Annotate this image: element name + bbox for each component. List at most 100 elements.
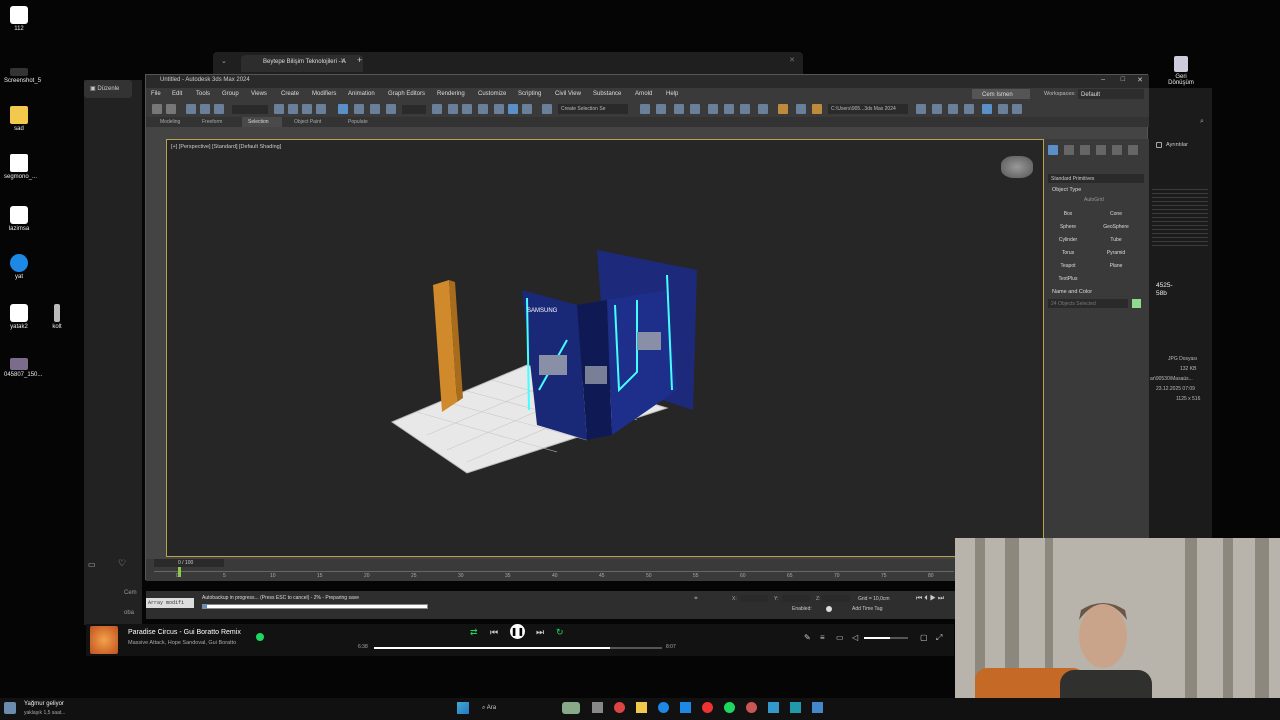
app-icon[interactable] bbox=[746, 702, 757, 713]
create-tab-icon[interactable] bbox=[1048, 145, 1058, 155]
snaps-toggle-icon[interactable] bbox=[478, 104, 488, 114]
miniplayer-icon[interactable]: ▢ bbox=[920, 633, 928, 642]
cylinder-button[interactable]: Cylinder bbox=[1048, 237, 1088, 243]
add-time-tag[interactable]: Add Time Tag bbox=[852, 606, 882, 612]
desktop-icon-yatak2[interactable]: yatak2 bbox=[4, 304, 34, 330]
lyrics-icon[interactable]: ✎ bbox=[804, 633, 811, 642]
time-slider[interactable]: 0 / 100 bbox=[154, 559, 224, 567]
store-icon[interactable] bbox=[680, 702, 691, 713]
menu-animation[interactable]: Animation bbox=[348, 91, 375, 97]
hierarchy-tab-icon[interactable] bbox=[1080, 145, 1090, 155]
tab-modeling[interactable]: Modeling bbox=[160, 119, 180, 125]
bind-space-warp-icon[interactable] bbox=[214, 104, 224, 114]
modify-tab-icon[interactable] bbox=[1064, 145, 1074, 155]
menu-edit[interactable]: Edit bbox=[172, 91, 182, 97]
minimize-icon[interactable]: – bbox=[1101, 76, 1105, 83]
menu-create[interactable]: Create bbox=[281, 91, 299, 97]
rotate-icon[interactable] bbox=[354, 104, 364, 114]
menu-views[interactable]: Views bbox=[251, 91, 267, 97]
menu-civil-view[interactable]: Civil View bbox=[555, 91, 581, 97]
search-box[interactable]: ⌕ Ara bbox=[476, 701, 556, 716]
song-artists[interactable]: Massive Attack, Hope Sandoval, Gui Borat… bbox=[128, 640, 236, 646]
render-production-icon[interactable] bbox=[812, 104, 822, 114]
selection-region-icon[interactable] bbox=[302, 104, 312, 114]
y-coord-field[interactable] bbox=[782, 595, 810, 602]
percent-snap-icon[interactable] bbox=[508, 104, 518, 114]
pyramid-button[interactable]: Pyramid bbox=[1096, 250, 1136, 256]
details-button[interactable]: Ayrıntılar bbox=[1166, 142, 1188, 148]
tab-populate[interactable]: Populate bbox=[348, 119, 368, 125]
desktop-icon-yat[interactable]: yat bbox=[4, 254, 34, 280]
next-icon[interactable]: ⏭ bbox=[536, 627, 544, 638]
select-manipulate-icon[interactable] bbox=[448, 104, 458, 114]
menu-modifiers[interactable]: Modifiers bbox=[312, 91, 336, 97]
named-selection-set-select[interactable]: Create Selection Se bbox=[558, 104, 628, 114]
select-object-icon[interactable] bbox=[274, 104, 284, 114]
volume-slider[interactable] bbox=[864, 637, 908, 639]
album-art[interactable] bbox=[90, 626, 118, 654]
material-editor-icon[interactable] bbox=[758, 104, 768, 114]
playback-controls[interactable]: ⏮ ⏴ ▶ ⏭ bbox=[916, 595, 944, 603]
geosphere-button[interactable]: GeoSphere bbox=[1096, 224, 1136, 230]
tab-selection[interactable]: Selection bbox=[248, 119, 269, 125]
object-name-field[interactable]: 24 Objects Selected bbox=[1048, 299, 1128, 308]
file-explorer-icon[interactable] bbox=[636, 702, 647, 713]
object-color-swatch[interactable] bbox=[1132, 299, 1141, 308]
3dsmax-taskbar-icon[interactable] bbox=[790, 702, 801, 713]
menu-customize[interactable]: Customize bbox=[478, 91, 506, 97]
schematic-view-icon[interactable] bbox=[740, 104, 750, 114]
paint-icon[interactable] bbox=[812, 702, 823, 713]
pause-button[interactable]: ❚❚ bbox=[510, 624, 525, 639]
autogrid-checkbox[interactable]: AutoGrid bbox=[1084, 197, 1104, 203]
lock-icon[interactable]: ⌖ bbox=[694, 595, 698, 603]
weather-text[interactable]: Yağmur geliyor bbox=[24, 701, 64, 707]
sphere-button[interactable]: Sphere bbox=[1048, 224, 1088, 230]
start-button[interactable] bbox=[457, 702, 469, 714]
curve-editor-icon[interactable] bbox=[724, 104, 734, 114]
desktop-icon-lazimsa[interactable]: lazimsa bbox=[4, 206, 34, 232]
menu-arnold[interactable]: Arnold bbox=[635, 91, 652, 97]
volume-icon[interactable]: ◁ bbox=[852, 633, 858, 642]
object-type-header[interactable]: Object Type bbox=[1052, 187, 1081, 193]
fullscreen-icon[interactable]: ⤢ bbox=[936, 633, 942, 643]
user-account-button[interactable]: Cem Ismen bbox=[972, 89, 1030, 99]
angle-snap-icon[interactable] bbox=[494, 104, 504, 114]
select-by-name-icon[interactable] bbox=[288, 104, 298, 114]
previous-icon[interactable]: ⏮ bbox=[490, 627, 498, 638]
menu-tools[interactable]: Tools bbox=[196, 91, 210, 97]
edge-icon[interactable] bbox=[658, 702, 669, 713]
open-icon[interactable] bbox=[932, 104, 942, 114]
rendered-frame-window-icon[interactable] bbox=[796, 104, 806, 114]
menu-substance[interactable]: Substance bbox=[593, 91, 621, 97]
song-progress-bar[interactable] bbox=[374, 647, 662, 649]
panel-icon[interactable]: ▭ bbox=[88, 560, 96, 569]
tab-object-paint[interactable]: Object Paint bbox=[294, 119, 321, 125]
liked-icon[interactable] bbox=[256, 633, 264, 641]
desktop-icon-sad[interactable]: sad bbox=[4, 106, 34, 132]
torus-button[interactable]: Torus bbox=[1048, 250, 1088, 256]
textplus-button[interactable]: TextPlus bbox=[1048, 276, 1088, 282]
maximize-icon[interactable]: □ bbox=[1121, 76, 1125, 83]
menu-file[interactable]: File bbox=[151, 91, 161, 97]
desktop-icon-segmono[interactable]: segmono_... bbox=[4, 154, 37, 180]
menu-graph-editors[interactable]: Graph Editors bbox=[388, 91, 425, 97]
desktop-icon-image[interactable]: 045807_150... bbox=[4, 358, 42, 378]
save-icon[interactable] bbox=[948, 104, 958, 114]
telegram-icon[interactable] bbox=[768, 702, 779, 713]
sync-icon[interactable] bbox=[998, 104, 1008, 114]
undo-icon[interactable] bbox=[152, 104, 162, 114]
render-setup-icon[interactable] bbox=[778, 104, 788, 114]
viewport-layout-icon[interactable] bbox=[982, 104, 992, 114]
keyboard-shortcut-icon[interactable] bbox=[462, 104, 472, 114]
menu-scripting[interactable]: Scripting bbox=[518, 91, 541, 97]
track-bar[interactable] bbox=[154, 571, 954, 572]
device-icon[interactable]: ▭ bbox=[836, 633, 844, 642]
cone-button[interactable]: Cone bbox=[1096, 211, 1136, 217]
spinner-snap-icon[interactable] bbox=[522, 104, 532, 114]
link-icon[interactable] bbox=[186, 104, 196, 114]
place-icon[interactable] bbox=[386, 104, 396, 114]
weather-icon[interactable] bbox=[4, 702, 16, 714]
enabled-toggle[interactable] bbox=[826, 606, 832, 612]
scene-explorer-icon[interactable] bbox=[674, 104, 684, 114]
recycle-bin-icon[interactable]: Geri Dönüşüm bbox=[1168, 56, 1194, 86]
